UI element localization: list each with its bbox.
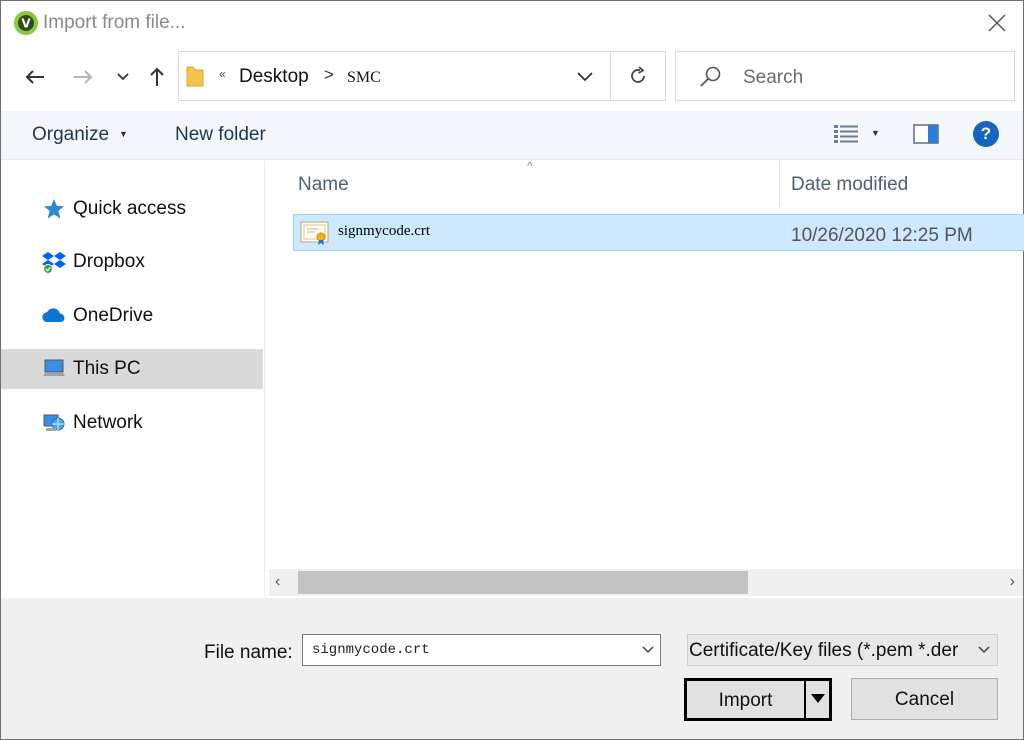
file-list: ^ Name Date modified signmycode.crt 10/2… — [266, 159, 1024, 598]
back-button[interactable] — [22, 63, 48, 91]
sidebar-item-label: Network — [73, 412, 143, 433]
file-name: signmycode.crt — [338, 223, 431, 239]
file-date-modified: 10/26/2020 12:25 PM — [791, 225, 973, 246]
import-button-label: Import — [718, 690, 773, 711]
view-options-caret-icon[interactable]: ▼ — [871, 128, 880, 138]
close-button[interactable] — [977, 7, 1017, 39]
organize-button[interactable]: Organize — [32, 124, 109, 146]
close-icon — [988, 14, 1006, 32]
address-bar[interactable]: « Desktop > SMC — [178, 51, 610, 101]
chevron-down-icon[interactable] — [641, 643, 655, 657]
cancel-button-label: Cancel — [894, 689, 955, 710]
network-icon — [43, 414, 65, 431]
up-button[interactable] — [144, 63, 170, 91]
command-bar: Organize ▼ New folder ▼ ? — [1, 111, 1023, 160]
breadcrumb-overflow[interactable]: « — [219, 67, 226, 81]
folder-icon — [186, 66, 204, 87]
refresh-button[interactable] — [610, 51, 666, 101]
dialog-footer: File name: signmycode.crt Certificate/Ke… — [1, 598, 1023, 739]
new-folder-button[interactable]: New folder — [175, 124, 266, 146]
file-name-label: File name: — [204, 642, 293, 663]
arrow-left-icon — [25, 70, 44, 84]
svg-text:V: V — [21, 17, 31, 31]
search-input[interactable]: Search — [743, 67, 803, 89]
window-title: Import from file... — [43, 12, 186, 33]
star-icon — [44, 199, 64, 219]
dropbox-icon — [42, 252, 66, 274]
computer-icon — [43, 359, 65, 376]
address-dropdown-icon[interactable] — [574, 65, 596, 87]
cancel-button[interactable]: Cancel — [851, 678, 998, 720]
sidebar-item-network[interactable]: Network — [1, 403, 263, 443]
search-icon — [700, 66, 721, 87]
arrow-up-icon — [150, 67, 164, 86]
file-name-value[interactable]: signmycode.crt — [312, 642, 430, 658]
breadcrumb-desktop[interactable]: Desktop — [239, 66, 309, 88]
caret-down-icon[interactable] — [810, 692, 826, 704]
column-header-name[interactable]: Name — [298, 174, 349, 196]
scrollbar-thumb[interactable] — [298, 571, 748, 594]
breadcrumb-smc[interactable]: SMC — [347, 69, 381, 87]
certificate-icon — [300, 221, 329, 245]
scroll-left-icon[interactable]: ‹ — [275, 573, 280, 591]
organize-caret-icon: ▼ — [119, 129, 128, 139]
forward-button[interactable] — [70, 63, 96, 91]
split-divider — [804, 681, 806, 718]
import-button[interactable]: Import — [684, 678, 832, 721]
file-name-input[interactable]: signmycode.crt — [302, 634, 661, 666]
chevron-down-icon — [117, 73, 129, 81]
recent-locations-button[interactable] — [110, 63, 136, 91]
sort-ascending-icon: ^ — [527, 159, 533, 173]
change-view-icon[interactable] — [833, 123, 859, 145]
search-box[interactable]: Search — [675, 51, 1015, 101]
navigation-bar: « Desktop > SMC Search — [1, 49, 1023, 105]
chevron-down-icon — [978, 646, 990, 654]
breadcrumb-separator: > — [324, 65, 334, 84]
column-divider[interactable] — [779, 161, 780, 206]
arrow-right-icon — [74, 70, 93, 84]
help-icon[interactable]: ? — [973, 121, 999, 147]
navigation-pane: Quick access Dropbox OneDrive This PC Ne… — [1, 161, 265, 598]
file-row[interactable]: signmycode.crt 10/26/2020 12:25 PM — [293, 214, 1024, 251]
sidebar-item-label: OneDrive — [73, 305, 154, 326]
horizontal-scrollbar[interactable]: ‹ › — [269, 569, 1023, 596]
onedrive-icon — [42, 308, 65, 322]
title-bar: V Import from file... — [1, 1, 1023, 45]
file-type-value: Certificate/Key files (*.pem *.der — [689, 640, 959, 661]
sidebar-item-label: Quick access — [73, 198, 186, 219]
app-logo-icon: V — [14, 11, 38, 35]
sidebar-item-onedrive[interactable]: OneDrive — [1, 296, 263, 336]
sidebar-item-label: This PC — [73, 358, 141, 379]
sidebar-item-dropbox[interactable]: Dropbox — [1, 242, 263, 282]
import-dialog: V Import from file... « Desktop > SMC Se… — [0, 0, 1024, 740]
sidebar-item-this-pc[interactable]: This PC — [1, 349, 263, 389]
sidebar-item-label: Dropbox — [73, 251, 145, 272]
scroll-right-icon[interactable]: › — [1010, 573, 1015, 591]
refresh-icon — [631, 66, 645, 83]
preview-pane-icon[interactable] — [913, 124, 939, 144]
column-header-date-modified[interactable]: Date modified — [791, 174, 908, 196]
sidebar-item-quick-access[interactable]: Quick access — [1, 189, 263, 229]
file-type-select[interactable]: Certificate/Key files (*.pem *.der — [687, 634, 998, 666]
